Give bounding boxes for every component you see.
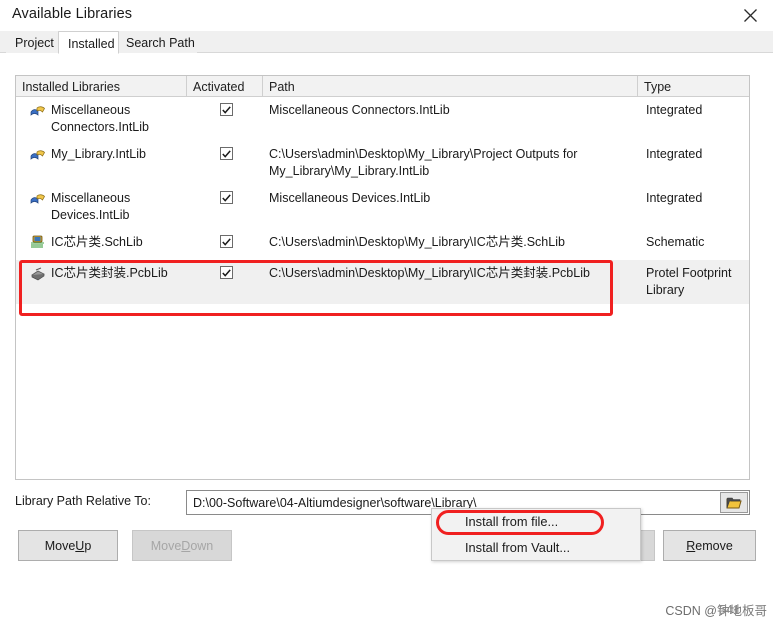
watermark-prefix: CSDN @ (665, 604, 717, 618)
table-row[interactable]: IC芯片类封装.PcbLib C:\Users\admin\Desktop\My_… (16, 260, 749, 304)
cell-type: Protel Footprint Library (638, 260, 749, 304)
table-row[interactable]: Miscellaneous Connectors.IntLib Miscellan… (16, 97, 749, 141)
library-name-label: IC芯片类封装.PcbLib (51, 265, 168, 282)
install-dropdown-menu[interactable]: Install from file... Install from Vault.… (431, 508, 641, 561)
cell-path: Miscellaneous Devices.IntLib (263, 185, 638, 229)
intlib-icon (30, 190, 46, 211)
activated-checkbox[interactable] (220, 191, 233, 204)
library-path-label: Library Path Relative To: (15, 494, 151, 508)
dialog-button-row: Move Up Move Down Install... Edit Remove (0, 530, 773, 564)
activated-checkbox[interactable] (220, 103, 233, 116)
title-bar: Available Libraries (0, 0, 773, 31)
cell-library-name: My_Library.IntLib (16, 141, 187, 185)
tab-search-path[interactable]: Search Path (117, 31, 197, 53)
cell-type: Integrated (638, 185, 749, 229)
cell-activated[interactable] (187, 141, 263, 185)
activated-checkbox[interactable] (220, 147, 233, 160)
installed-libraries-table[interactable]: Installed Libraries Activated Path Type … (15, 75, 750, 480)
tab-project[interactable]: Project (6, 31, 62, 53)
cell-library-name: Miscellaneous Devices.IntLib (16, 185, 187, 229)
move-up-button[interactable]: Move Up (18, 530, 118, 561)
cell-type: Integrated (638, 97, 749, 141)
cell-path: Miscellaneous Connectors.IntLib (263, 97, 638, 141)
activated-checkbox[interactable] (220, 266, 233, 279)
table-row[interactable]: IC芯片类.SchLib C:\Users\admin\Desktop\My_Li… (16, 229, 749, 260)
library-name-label: Miscellaneous Connectors.IntLib (51, 102, 183, 136)
cell-type: Schematic (638, 229, 749, 260)
cell-activated[interactable] (187, 260, 263, 304)
library-name-label: My_Library.IntLib (51, 146, 146, 163)
intlib-icon (30, 102, 46, 123)
watermark-name-overlap: 541 (719, 603, 740, 617)
menu-item-install-from-file[interactable]: Install from file... (432, 509, 640, 535)
open-folder-icon[interactable] (720, 492, 748, 513)
dialog-body: Installed Libraries Activated Path Type … (0, 53, 773, 625)
cell-path: C:\Users\admin\Desktop\My_Library\Projec… (263, 141, 638, 185)
page-title: Available Libraries (12, 6, 132, 22)
cell-path: C:\Users\admin\Desktop\My_Library\IC芯片类封… (263, 260, 638, 304)
cell-activated[interactable] (187, 185, 263, 229)
tab-installed[interactable]: Installed (58, 31, 119, 54)
tab-strip: Project Installed Search Path (0, 31, 773, 53)
cell-library-name: Miscellaneous Connectors.IntLib (16, 97, 187, 141)
library-name-label: IC芯片类.SchLib (51, 234, 143, 251)
table-row[interactable]: My_Library.IntLib C:\Users\admin\Desktop\… (16, 141, 749, 185)
table-header-row: Installed Libraries Activated Path Type (16, 76, 749, 97)
column-header-path[interactable]: Path (263, 76, 638, 96)
remove-button[interactable]: Remove (663, 530, 756, 561)
move-down-button: Move Down (132, 530, 232, 561)
column-header-type[interactable]: Type (638, 76, 749, 96)
pcblib-icon (30, 265, 46, 286)
schlib-icon (30, 234, 46, 255)
library-name-label: Miscellaneous Devices.IntLib (51, 190, 183, 224)
cell-path: C:\Users\admin\Desktop\My_Library\IC芯片类.… (263, 229, 638, 260)
menu-item-install-from-vault[interactable]: Install from Vault... (432, 535, 640, 561)
watermark: CSDN @钟地板哥541 (665, 600, 767, 619)
table-body: Miscellaneous Connectors.IntLib Miscellan… (16, 97, 749, 304)
close-icon[interactable] (727, 0, 773, 31)
table-row[interactable]: Miscellaneous Devices.IntLib Miscellaneou… (16, 185, 749, 229)
cell-library-name: IC芯片类封装.PcbLib (16, 260, 187, 304)
cell-type: Integrated (638, 141, 749, 185)
cell-library-name: IC芯片类.SchLib (16, 229, 187, 260)
column-header-installed-libraries[interactable]: Installed Libraries (16, 76, 187, 96)
cell-activated[interactable] (187, 97, 263, 141)
activated-checkbox[interactable] (220, 235, 233, 248)
intlib-icon (30, 146, 46, 167)
column-header-activated[interactable]: Activated (187, 76, 263, 96)
cell-activated[interactable] (187, 229, 263, 260)
